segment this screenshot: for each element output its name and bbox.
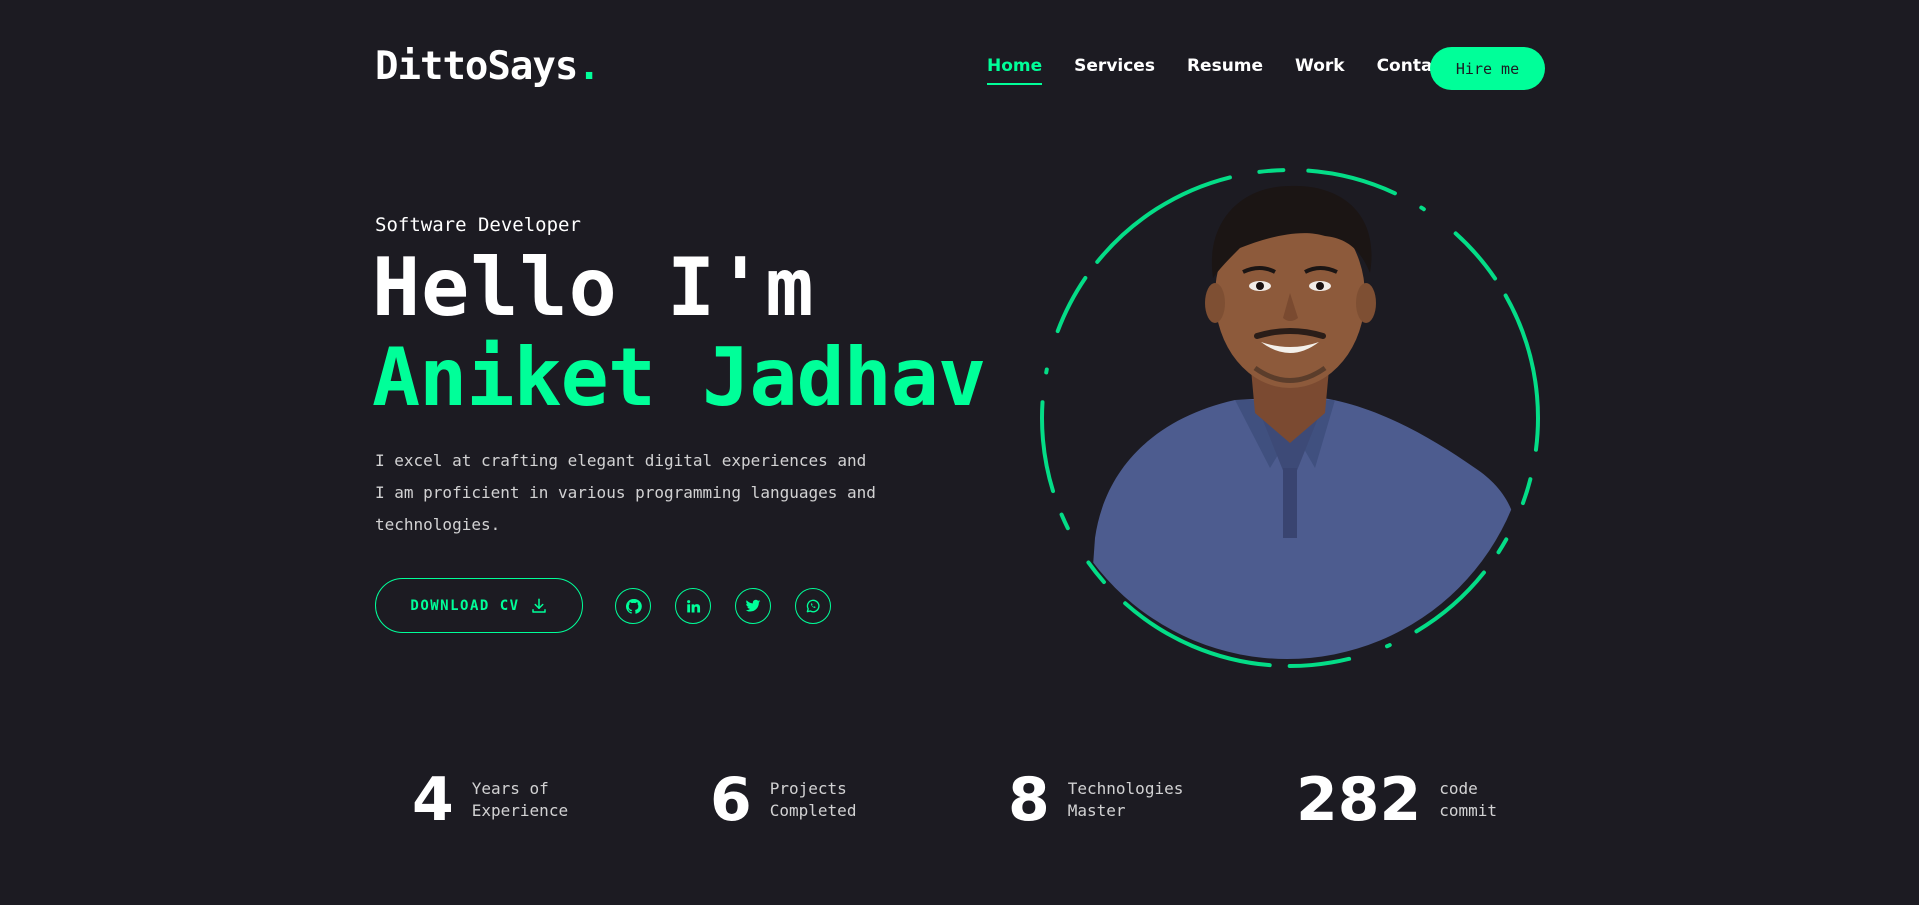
nav-services[interactable]: Services xyxy=(1074,56,1155,86)
stat-label: code commit xyxy=(1439,778,1559,822)
stat-label: Projects Completed xyxy=(770,778,890,822)
stat-label-line: Experience xyxy=(471,801,569,820)
social-links xyxy=(615,588,831,624)
download-cv-button[interactable]: DOWNLOAD CV xyxy=(375,578,583,633)
stat-label-line: Master xyxy=(1067,801,1126,820)
nav-resume[interactable]: Resume xyxy=(1187,56,1263,86)
whatsapp-icon xyxy=(806,599,820,613)
description-line: I am proficient in various programming l… xyxy=(375,483,876,502)
twitter-link[interactable] xyxy=(735,588,771,624)
twitter-icon xyxy=(745,599,761,612)
nav-work[interactable]: Work xyxy=(1295,56,1345,86)
stat-years: 4 Years of Experience xyxy=(412,770,592,830)
profile-photo-graphic xyxy=(1040,168,1540,668)
description-line: technologies. xyxy=(375,515,501,534)
stat-value: 4 xyxy=(412,765,454,835)
linkedin-icon xyxy=(686,599,700,612)
stats-section: 4 Years of Experience 6 Projects Complet… xyxy=(0,770,1919,840)
greeting-heading: Hello I'm xyxy=(372,241,815,334)
github-icon xyxy=(625,598,642,614)
stat-label-line: Technologies xyxy=(1067,779,1184,798)
github-link[interactable] xyxy=(615,588,651,624)
page: DittoSays. Home Services Resume Work Con… xyxy=(0,0,1919,905)
hire-me-button[interactable]: Hire me xyxy=(1430,47,1545,90)
stat-value: 8 xyxy=(1008,765,1050,835)
logo-text: DittoSays xyxy=(375,44,578,89)
stat-label-line: code xyxy=(1439,779,1478,798)
role-subtitle: Software Developer xyxy=(375,214,581,236)
nav-home[interactable]: Home xyxy=(987,56,1043,86)
whatsapp-link[interactable] xyxy=(795,588,831,624)
download-cv-label: DOWNLOAD CV xyxy=(410,597,520,614)
main-nav: Home Services Resume Work Contact xyxy=(987,56,1451,86)
stat-value: 6 xyxy=(710,765,752,835)
name-heading: Aniket Jadhav xyxy=(372,331,986,424)
stat-label-line: Completed xyxy=(769,801,857,820)
stat-value: 282 xyxy=(1296,765,1422,835)
logo-dot: . xyxy=(577,44,601,89)
stat-label: Technologies Master xyxy=(1068,778,1188,822)
stat-label: Years of Experience xyxy=(472,778,592,822)
download-icon xyxy=(531,598,546,613)
description-line: I excel at crafting elegant digital expe… xyxy=(375,451,867,470)
hero-description: I excel at crafting elegant digital expe… xyxy=(375,445,895,541)
stat-label-line: commit xyxy=(1439,801,1498,820)
linkedin-link[interactable] xyxy=(675,588,711,624)
profile-photo xyxy=(1035,168,1555,678)
stat-technologies: 8 Technologies Master xyxy=(1008,770,1188,830)
stat-label-line: Projects xyxy=(769,779,847,798)
logo[interactable]: DittoSays. xyxy=(375,44,601,89)
stat-projects: 6 Projects Completed xyxy=(710,770,890,830)
stat-label-line: Years of xyxy=(471,779,549,798)
stat-commits: 282 code commit xyxy=(1296,770,1559,830)
